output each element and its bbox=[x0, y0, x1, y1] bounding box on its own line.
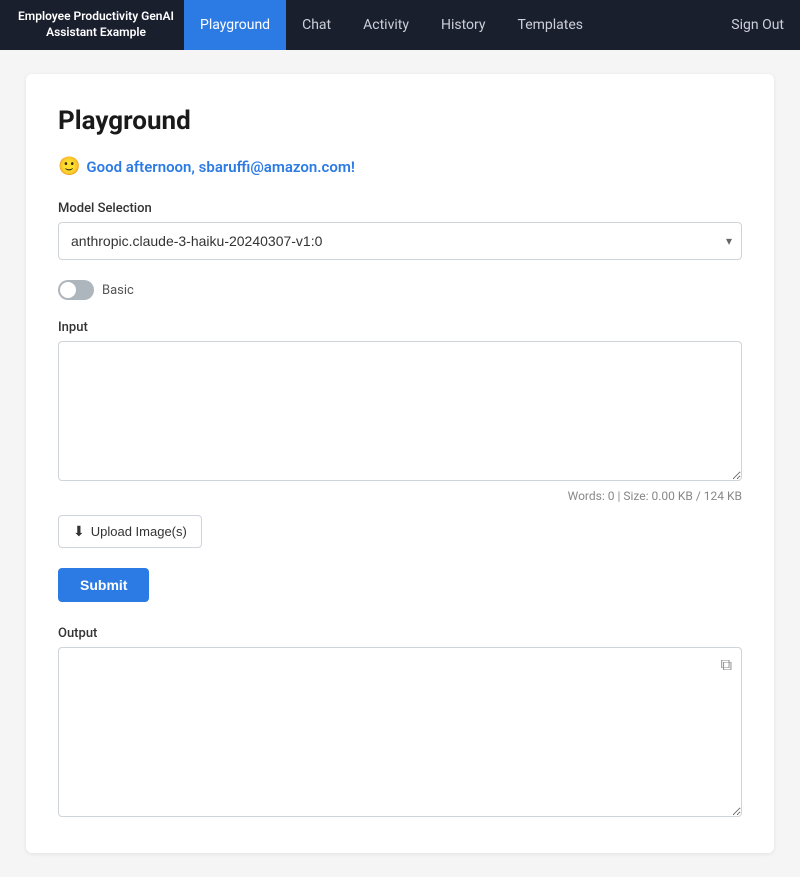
greeting-text: Good afternoon, sbaruffi@amazon.com! bbox=[86, 158, 354, 176]
model-select-container: anthropic.claude-3-haiku-20240307-v1:0 a… bbox=[58, 222, 742, 260]
submit-button[interactable]: Submit bbox=[58, 568, 149, 602]
page-title: Playground bbox=[58, 106, 742, 136]
main-content: Playground 🙂 Good afternoon, sbaruffi@am… bbox=[26, 74, 774, 853]
nav-link-playground[interactable]: Playground bbox=[184, 0, 286, 50]
nav-link-history[interactable]: History bbox=[425, 0, 502, 50]
model-selection-label: Model Selection bbox=[58, 201, 742, 216]
input-textarea[interactable] bbox=[58, 341, 742, 481]
basic-toggle-container: Basic bbox=[58, 280, 742, 300]
nav-brand: Employee Productivity GenAIAssistant Exa… bbox=[16, 9, 176, 40]
nav-link-templates[interactable]: Templates bbox=[502, 0, 600, 50]
word-count-display: Words: 0 | Size: 0.00 KB / 124 KB bbox=[58, 489, 742, 503]
model-select[interactable]: anthropic.claude-3-haiku-20240307-v1:0 a… bbox=[58, 222, 742, 260]
upload-label: Upload Image(s) bbox=[91, 524, 187, 539]
toggle-label: Basic bbox=[102, 283, 134, 298]
output-container: ⧉ bbox=[58, 647, 742, 821]
toggle-thumb bbox=[60, 282, 76, 298]
nav-link-chat[interactable]: Chat bbox=[286, 0, 347, 50]
output-textarea[interactable] bbox=[58, 647, 742, 817]
greeting-message: 🙂 Good afternoon, sbaruffi@amazon.com! bbox=[58, 156, 742, 177]
output-label: Output bbox=[58, 626, 742, 641]
greeting-emoji: 🙂 bbox=[58, 156, 80, 177]
nav-link-activity[interactable]: Activity bbox=[347, 0, 425, 50]
upload-icon: ⬇ bbox=[73, 523, 85, 540]
upload-images-button[interactable]: ⬇ Upload Image(s) bbox=[58, 515, 202, 548]
input-label: Input bbox=[58, 320, 742, 335]
sign-out-button[interactable]: Sign Out bbox=[731, 17, 784, 33]
nav-links: Playground Chat Activity History Templat… bbox=[184, 0, 731, 50]
submit-section: Submit bbox=[58, 568, 742, 626]
navbar: Employee Productivity GenAIAssistant Exa… bbox=[0, 0, 800, 50]
basic-toggle[interactable] bbox=[58, 280, 94, 300]
copy-icon[interactable]: ⧉ bbox=[721, 655, 732, 675]
